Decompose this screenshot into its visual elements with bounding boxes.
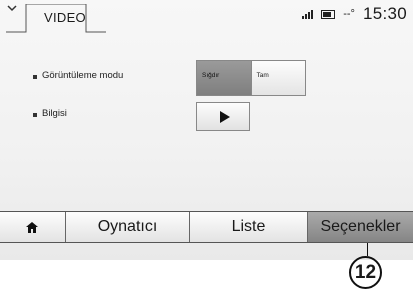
temperature-readout: --° [343,8,355,20]
signal-bars-icon [302,9,314,19]
tab-list[interactable]: Liste [190,212,308,242]
full-option-button[interactable]: Tam [250,61,305,95]
home-icon [26,222,38,233]
display-mode-toggle[interactable]: Sığdır Tam [196,60,306,96]
info-label-text: Bilgisi [42,108,67,119]
video-tab[interactable]: VIDEO [6,4,106,34]
chevron-down-icon [7,5,17,12]
fit-option-button[interactable]: Sığdır [197,61,251,95]
info-play-button[interactable] [196,102,250,131]
multimedia-screen: VIDEO --° 15:30 Görüntüleme modu Sığdır … [0,0,413,260]
home-button[interactable] [0,212,66,242]
clock: 15:30 [362,4,407,23]
tab-player[interactable]: Oynatıcı [66,212,190,242]
tab-options[interactable]: Seçenekler [308,212,413,242]
callout-line [367,243,368,256]
display-mode-label: Görüntüleme modu [32,70,123,81]
video-tab-label: VIDEO [44,10,86,25]
info-label: Bilgisi [32,108,67,119]
bottom-tab-bar: Oynatıcı Liste Seçenekler [0,211,413,243]
callout-number: 12 [349,256,382,289]
play-icon [220,111,230,123]
battery-icon [321,9,336,19]
display-mode-label-text: Görüntüleme modu [42,70,124,81]
status-bar: --° 15:30 [302,4,407,24]
